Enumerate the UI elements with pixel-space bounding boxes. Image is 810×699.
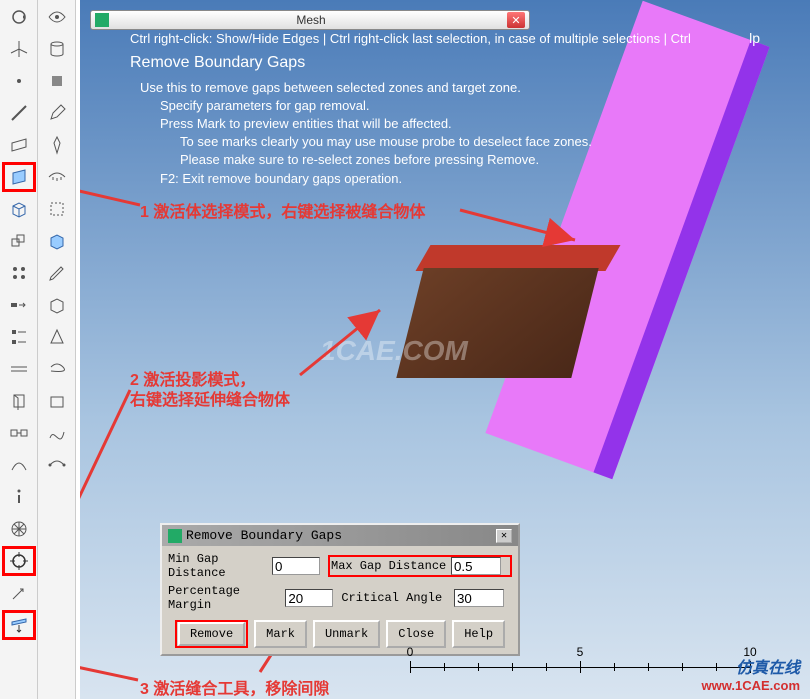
tool-eye2-icon[interactable]	[40, 162, 74, 192]
tool-cone-icon[interactable]	[40, 322, 74, 352]
annotation-3: 3 激活缝合工具，移除间隙	[140, 675, 329, 699]
dialog-title-text: Remove Boundary Gaps	[186, 528, 342, 543]
tool-align-icon[interactable]	[2, 322, 36, 352]
scale-ruler: 0 5 10	[410, 655, 750, 675]
tool-plane-icon[interactable]	[2, 130, 36, 160]
instruction-line: F2: Exit remove boundary gaps operation.	[160, 170, 750, 188]
footer-url-text: www.1CAE.com	[702, 678, 800, 693]
mark-button[interactable]: Mark	[254, 620, 307, 648]
tool-spline-icon[interactable]	[40, 418, 74, 448]
tool-target-icon[interactable]	[2, 546, 36, 576]
tool-pen2-icon[interactable]	[40, 130, 74, 160]
max-gap-input[interactable]	[451, 557, 501, 575]
window-title: Mesh	[115, 13, 507, 27]
tool-bodies-icon[interactable]	[2, 226, 36, 256]
tool-pen-icon[interactable]	[40, 98, 74, 128]
instruction-line: Please make sure to re-select zones befo…	[180, 151, 750, 169]
tool-face-select-icon[interactable]	[2, 162, 36, 192]
footer-logo: 仿真在线 www.1CAE.com	[702, 654, 800, 693]
instruction-text: Ctrl right-click: Show/Hide Edges | Ctrl…	[130, 30, 750, 188]
footer-cn-text: 仿真在线	[702, 654, 800, 678]
help-button[interactable]: Help	[452, 620, 505, 648]
tool-wrap-icon[interactable]	[40, 354, 74, 384]
max-gap-label: Max Gap Distance	[331, 559, 451, 573]
pct-margin-input[interactable]	[285, 589, 333, 607]
remove-button[interactable]: Remove	[178, 622, 245, 646]
window-close-button[interactable]: ✕	[507, 12, 525, 28]
dialog-remove-boundary-gaps: Remove Boundary Gaps ✕ Min Gap Distance …	[160, 523, 520, 656]
tool-group-icon[interactable]	[2, 258, 36, 288]
crit-angle-label: Critical Angle	[341, 591, 454, 605]
tool-curve-icon[interactable]	[2, 450, 36, 480]
tool-mesh-icon[interactable]	[2, 514, 36, 544]
tool-cube2-icon[interactable]	[40, 290, 74, 320]
pct-margin-label: Percentage Margin	[168, 584, 285, 612]
tool-curve2-icon[interactable]	[40, 450, 74, 480]
tool-info-icon[interactable]	[2, 482, 36, 512]
tool-project-icon[interactable]	[2, 610, 36, 640]
annotation-2b: 右键选择延伸缝合物体	[130, 386, 290, 410]
ruler-0: 0	[407, 645, 414, 659]
watermark-text: 1CAE.COM	[320, 335, 468, 367]
instruction-line: Press Mark to preview entities that will…	[160, 115, 750, 133]
tool-cylinder-icon[interactable]	[40, 34, 74, 64]
tool-line-icon[interactable]	[2, 98, 36, 128]
toolbar-left-1	[0, 0, 38, 699]
dialog-icon	[168, 529, 182, 543]
close-button[interactable]: Close	[386, 620, 446, 648]
toolbar-left-2	[38, 0, 76, 699]
dialog-titlebar[interactable]: Remove Boundary Gaps ✕	[162, 525, 518, 546]
tool-body-icon[interactable]	[2, 194, 36, 224]
instruction-title: Remove Boundary Gaps	[130, 52, 750, 74]
instruction-line: Specify parameters for gap removal.	[160, 97, 750, 115]
crit-angle-input[interactable]	[454, 589, 504, 607]
annotation-1: 1 激活体选择模式，右键选择被缝合物体	[140, 198, 425, 222]
tool-point-icon[interactable]	[2, 66, 36, 96]
unmark-button[interactable]: Unmark	[313, 620, 380, 648]
viewport-3d[interactable]: Ctrl right-click: Show/Hide Edges | Ctrl…	[80, 0, 810, 699]
tool-axis-icon[interactable]	[2, 34, 36, 64]
tool-cube-icon[interactable]	[40, 226, 74, 256]
tool-section-icon[interactable]	[2, 386, 36, 416]
tool-sel-icon[interactable]	[40, 194, 74, 224]
window-titlebar[interactable]: Mesh ✕	[90, 10, 530, 30]
dialog-close-button[interactable]: ✕	[496, 529, 512, 543]
min-gap-input[interactable]	[272, 557, 320, 575]
tool-move-icon[interactable]	[2, 290, 36, 320]
hint-line: Ctrl right-click: Show/Hide Edges | Ctrl…	[130, 30, 750, 48]
instruction-line: To see marks clearly you may use mouse p…	[180, 133, 750, 151]
tool-probe-icon[interactable]	[2, 578, 36, 608]
min-gap-label: Min Gap Distance	[168, 552, 272, 580]
tool-rotate-icon[interactable]	[2, 2, 36, 32]
tool-eye-icon[interactable]	[40, 2, 74, 32]
instruction-line: Use this to remove gaps between selected…	[140, 79, 750, 97]
tool-pencil-icon[interactable]	[40, 258, 74, 288]
tool-connect-icon[interactable]	[2, 418, 36, 448]
tool-obj-icon[interactable]	[40, 66, 74, 96]
tool-grid-icon[interactable]	[2, 354, 36, 384]
window-icon	[95, 13, 109, 27]
help-label: lp	[749, 30, 760, 46]
tool-box-icon[interactable]	[40, 386, 74, 416]
ruler-5: 5	[577, 645, 584, 659]
